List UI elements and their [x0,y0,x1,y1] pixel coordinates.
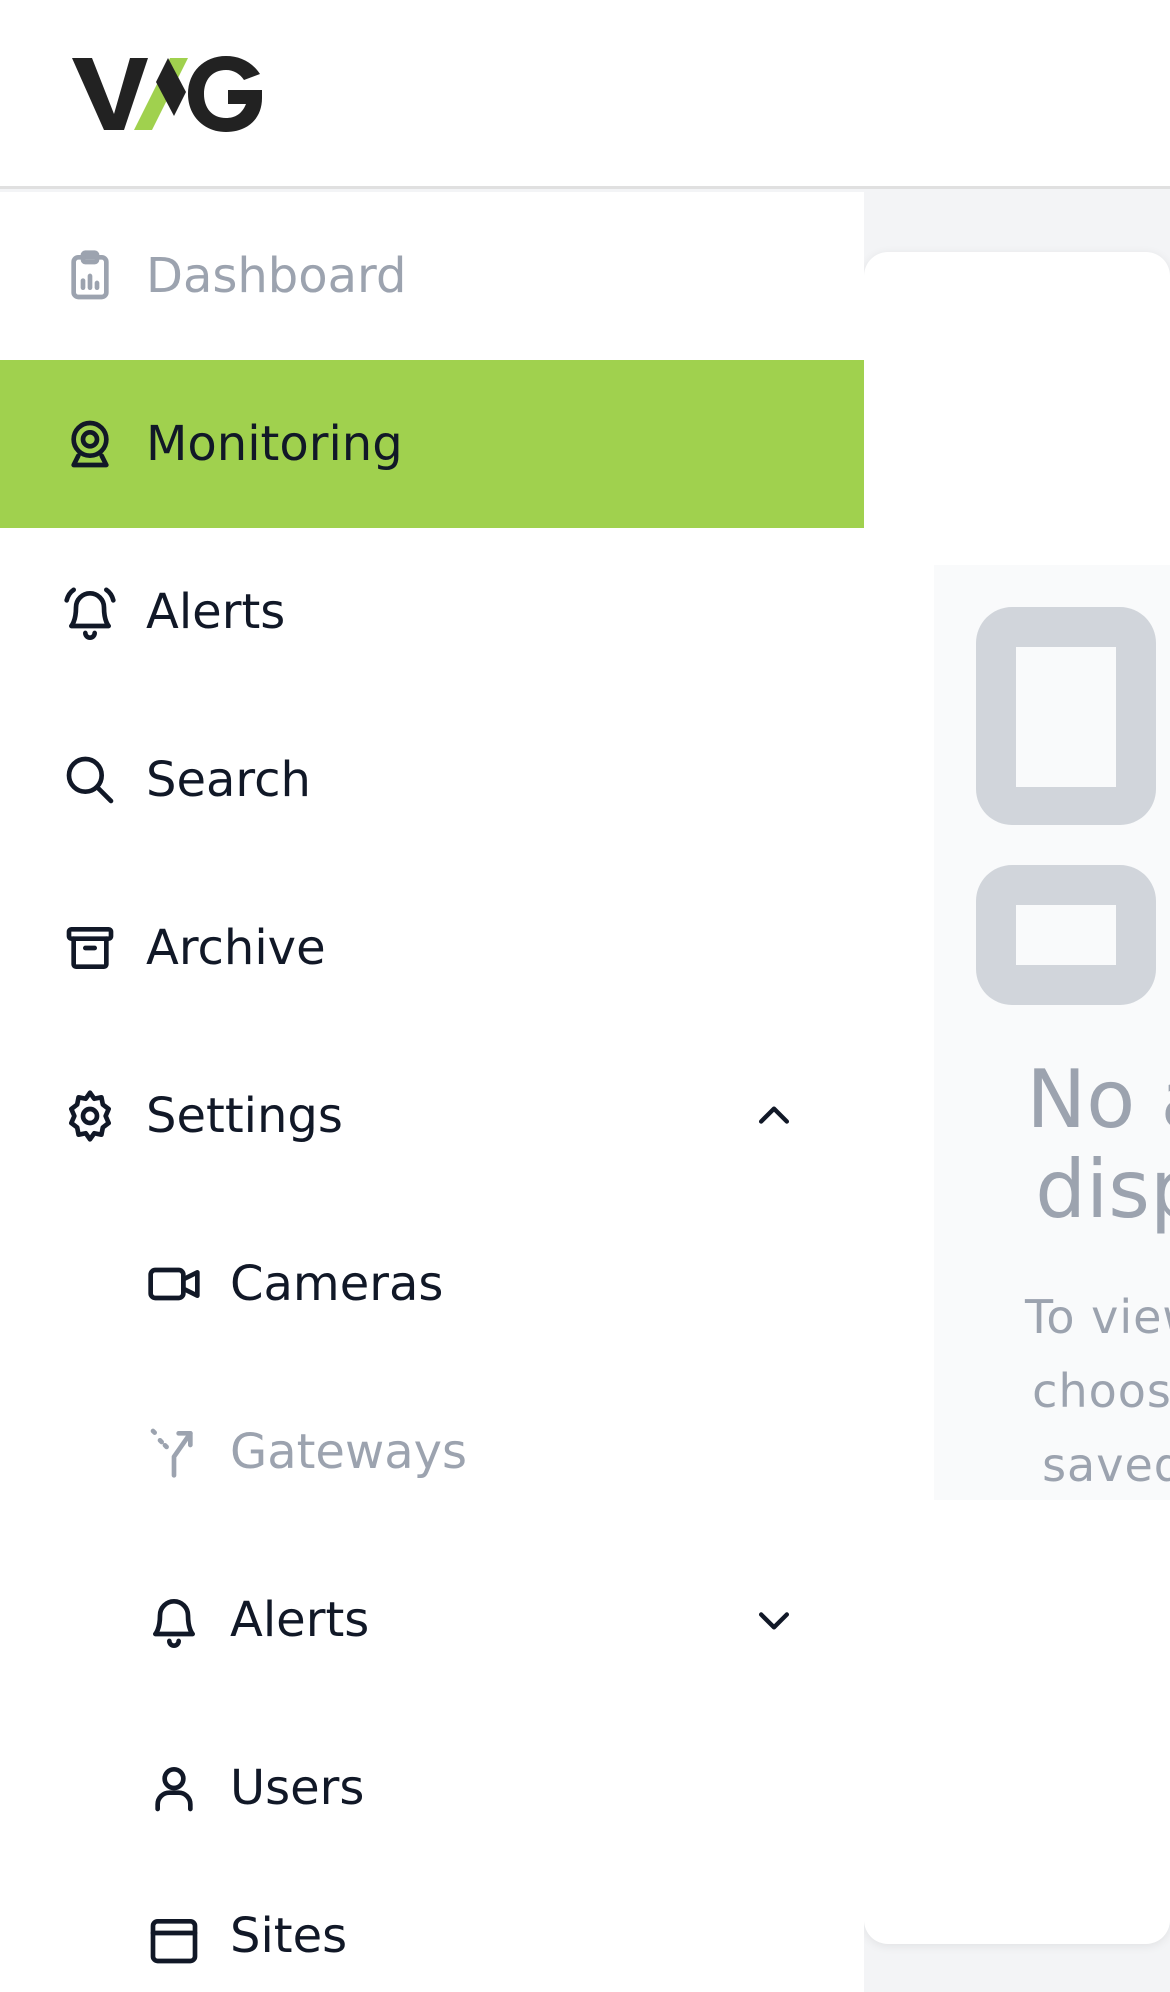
layout-placeholder-icon [976,607,1156,825]
sidebar-item-search[interactable]: Search [0,696,864,864]
sidebar-item-label: Dashboard [146,248,407,304]
chevron-down-icon[interactable] [752,1598,796,1642]
sidebar-item-label: Alerts [146,584,286,640]
user-icon [146,1760,202,1816]
browser-window-icon [146,1912,202,1968]
webcam-icon [62,416,118,472]
sidebar: Dashboard Monitoring Alerts Search Archi… [0,192,864,1992]
clipboard-chart-icon [62,248,118,304]
sidebar-item-label: Cameras [230,1256,444,1312]
empty-state-title: No a disp [1026,1053,1170,1236]
sidebar-item-dashboard[interactable]: Dashboard [0,192,864,360]
sidebar-item-label: Monitoring [146,416,403,472]
sidebar-item-archive[interactable]: Archive [0,864,864,1032]
empty-state: No a disp To view c choose t saved c [934,565,1170,1500]
search-icon [62,752,118,808]
bell-ring-icon [62,584,118,640]
sidebar-item-label: Alerts [230,1592,370,1648]
archive-box-icon [62,920,118,976]
empty-state-description: To view c choose t saved c [1025,1290,1170,1492]
sidebar-item-settings[interactable]: Settings [0,1032,864,1200]
sidebar-subitem-alerts[interactable]: Alerts [0,1536,864,1704]
sidebar-item-monitoring[interactable]: Monitoring [0,360,864,528]
app-header [0,0,1170,189]
sidebar-item-label: Sites [230,1908,348,1964]
sidebar-item-label: Search [146,752,311,808]
sidebar-item-alerts[interactable]: Alerts [0,528,864,696]
sidebar-subitem-users[interactable]: Users [0,1704,864,1872]
chevron-up-icon[interactable] [752,1094,796,1138]
sidebar-item-label: Archive [146,920,326,976]
sidebar-item-label: Gateways [230,1424,468,1480]
gear-icon [62,1088,118,1144]
sidebar-subitem-sites[interactable]: Sites [0,1872,864,1992]
layout-placeholder-icon [976,865,1156,1005]
sidebar-subitem-gateways[interactable]: Gateways [0,1368,864,1536]
bell-icon [146,1592,202,1648]
vxg-logo[interactable] [70,52,270,136]
gateway-icon [146,1424,202,1480]
sidebar-subitem-cameras[interactable]: Cameras [0,1200,864,1368]
sidebar-item-label: Users [230,1760,365,1816]
sidebar-item-label: Settings [146,1088,343,1144]
video-camera-icon [146,1256,202,1312]
